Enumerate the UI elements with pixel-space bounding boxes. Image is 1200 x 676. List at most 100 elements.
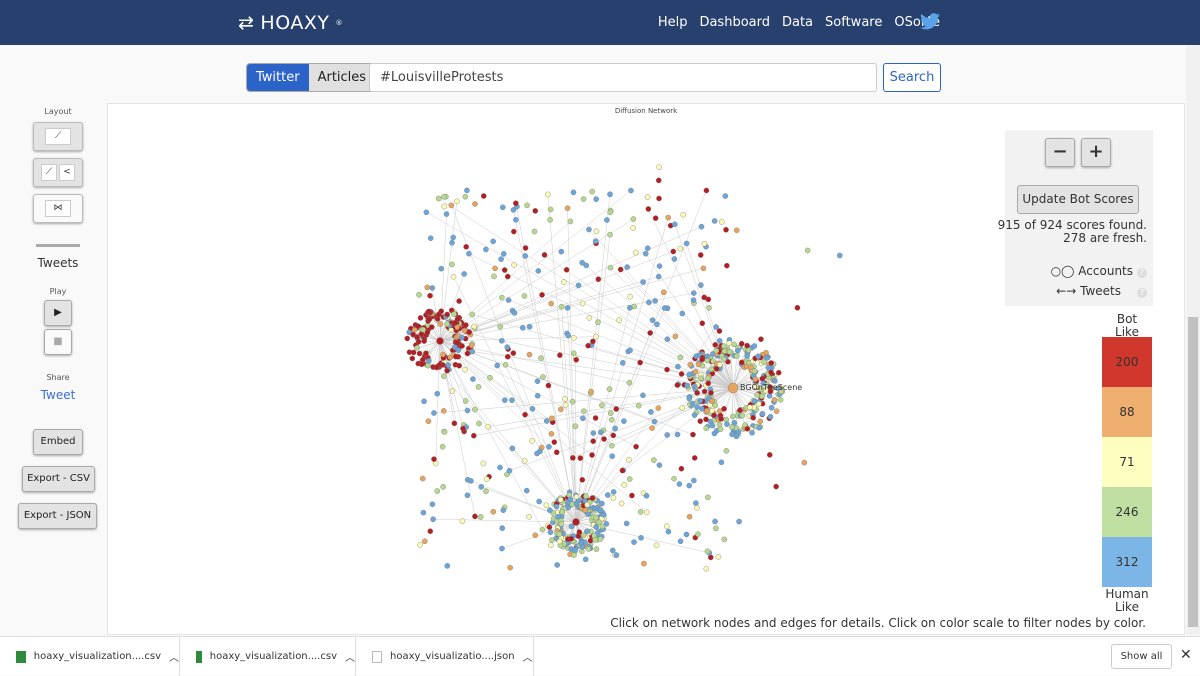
account-node[interactable] — [570, 399, 575, 404]
account-node[interactable] — [435, 488, 440, 493]
tweet-edge[interactable] — [436, 341, 440, 463]
account-node[interactable] — [675, 432, 680, 437]
account-node[interactable] — [719, 219, 724, 224]
chevron-up-icon[interactable]: ︿ — [345, 649, 355, 664]
account-node[interactable] — [607, 192, 612, 197]
account-node[interactable] — [440, 444, 445, 449]
account-node[interactable] — [501, 508, 506, 513]
account-node[interactable] — [555, 514, 560, 519]
account-node[interactable] — [640, 393, 645, 398]
scale-bin[interactable]: 88 — [1102, 387, 1152, 437]
account-node[interactable] — [654, 322, 659, 327]
account-node[interactable] — [627, 348, 632, 353]
account-node[interactable] — [583, 494, 588, 499]
account-node[interactable] — [629, 493, 634, 498]
account-node[interactable] — [671, 476, 676, 481]
account-node[interactable] — [422, 539, 427, 544]
account-node[interactable] — [438, 321, 443, 326]
account-node[interactable] — [727, 341, 732, 346]
account-node[interactable] — [585, 529, 590, 534]
account-node[interactable] — [611, 489, 616, 494]
account-node[interactable] — [463, 194, 468, 199]
account-node[interactable] — [590, 339, 595, 344]
account-node[interactable] — [537, 449, 542, 454]
account-node[interactable] — [677, 481, 682, 486]
account-node[interactable] — [540, 527, 545, 532]
account-node[interactable] — [558, 407, 563, 412]
account-node[interactable] — [462, 271, 467, 276]
account-node[interactable] — [523, 245, 528, 250]
account-node[interactable] — [665, 337, 670, 342]
account-node[interactable] — [586, 546, 591, 551]
account-node[interactable] — [571, 552, 576, 557]
account-node[interactable] — [574, 357, 579, 362]
account-node[interactable] — [745, 426, 750, 431]
account-node[interactable] — [538, 356, 543, 361]
account-node[interactable] — [695, 532, 700, 537]
account-node[interactable] — [546, 383, 551, 388]
tweet-edge[interactable] — [440, 277, 659, 341]
account-node[interactable] — [481, 193, 486, 198]
account-node[interactable] — [654, 543, 659, 548]
account-node[interactable] — [491, 509, 496, 514]
account-node[interactable] — [522, 412, 527, 417]
account-node[interactable] — [546, 444, 551, 449]
account-node[interactable] — [698, 252, 703, 257]
account-node[interactable] — [752, 343, 757, 348]
account-node[interactable] — [664, 367, 669, 372]
account-node[interactable] — [620, 468, 625, 473]
scale-bin[interactable]: 200 — [1102, 337, 1152, 387]
account-node[interactable] — [587, 315, 592, 320]
account-node[interactable] — [452, 345, 457, 350]
account-node[interactable] — [652, 419, 657, 424]
account-node[interactable] — [769, 360, 774, 365]
account-node[interactable] — [734, 228, 739, 233]
account-node[interactable] — [589, 452, 594, 457]
account-node[interactable] — [759, 394, 764, 399]
account-node[interactable] — [769, 405, 774, 410]
account-node[interactable] — [427, 317, 432, 322]
account-node[interactable] — [613, 426, 618, 431]
account-node[interactable] — [601, 512, 606, 517]
account-node[interactable] — [418, 542, 423, 547]
account-node[interactable] — [591, 430, 596, 435]
account-node[interactable] — [631, 216, 636, 221]
account-node[interactable] — [596, 277, 601, 282]
account-node[interactable] — [651, 458, 656, 463]
chevron-up-icon[interactable]: ︿ — [169, 649, 179, 664]
account-node[interactable] — [522, 458, 527, 463]
account-node[interactable] — [537, 499, 542, 504]
layout-timeline-button[interactable]: ⟋ — [33, 122, 83, 151]
account-node[interactable] — [611, 495, 616, 500]
account-node[interactable] — [721, 344, 726, 349]
account-node[interactable] — [508, 565, 513, 570]
account-node[interactable] — [421, 399, 426, 404]
account-node[interactable] — [427, 293, 432, 298]
account-node[interactable] — [727, 349, 732, 354]
account-node[interactable] — [505, 354, 510, 359]
account-node[interactable] — [680, 405, 685, 410]
account-node[interactable] — [610, 454, 615, 459]
account-node[interactable] — [593, 415, 598, 420]
account-node[interactable] — [431, 457, 436, 462]
account-node[interactable] — [453, 354, 458, 359]
account-node[interactable] — [638, 509, 643, 514]
account-node[interactable] — [526, 514, 531, 519]
account-node[interactable] — [760, 411, 765, 416]
account-node[interactable] — [687, 514, 692, 519]
account-node[interactable] — [586, 343, 591, 348]
account-node[interactable] — [704, 408, 709, 413]
account-node[interactable] — [685, 383, 690, 388]
account-node[interactable] — [679, 466, 684, 471]
account-node[interactable] — [563, 402, 568, 407]
account-node[interactable] — [440, 352, 445, 357]
account-node[interactable] — [641, 561, 646, 566]
account-node[interactable] — [723, 193, 728, 198]
account-node[interactable] — [425, 285, 430, 290]
account-node[interactable] — [757, 425, 762, 430]
account-node[interactable] — [414, 345, 419, 350]
account-node[interactable] — [747, 405, 752, 410]
account-node[interactable] — [430, 285, 435, 290]
scrollbar-thumb[interactable] — [1188, 317, 1198, 627]
account-node[interactable] — [533, 208, 538, 213]
